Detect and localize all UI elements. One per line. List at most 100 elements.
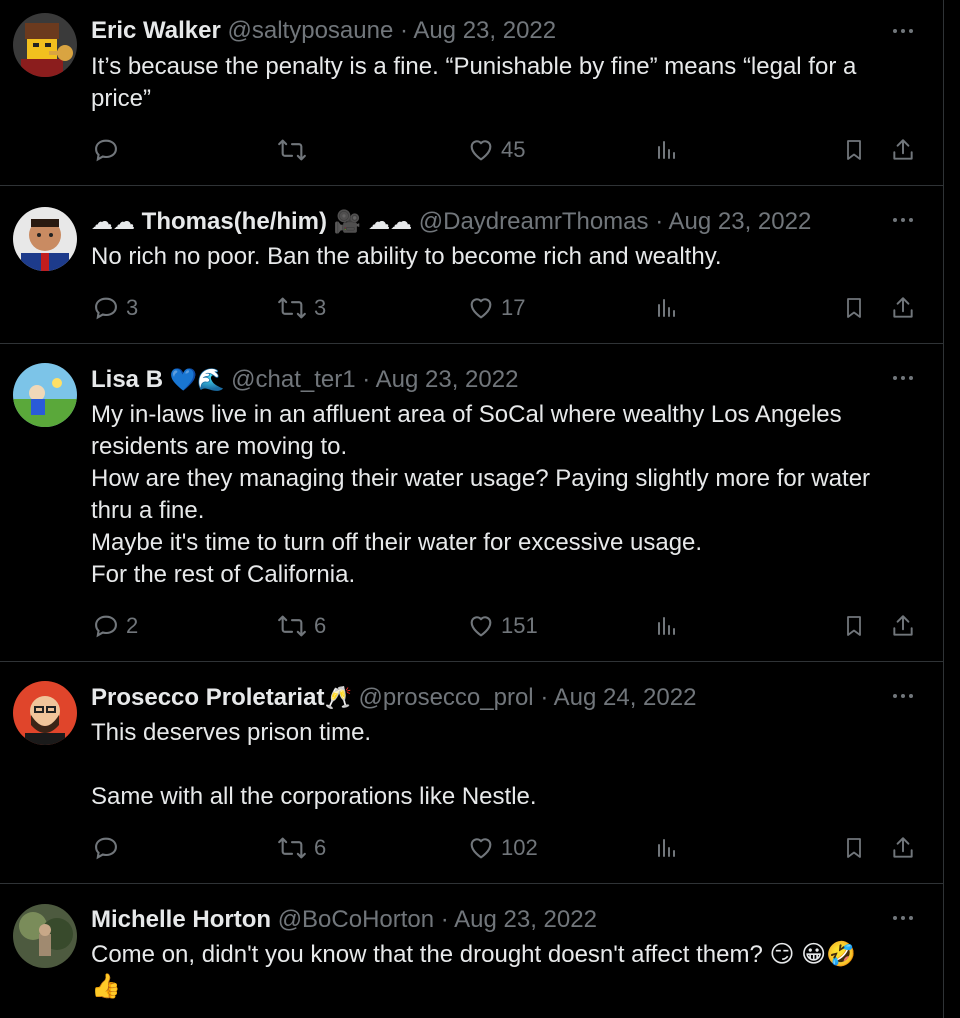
bookmark-button[interactable] — [842, 134, 866, 166]
avatar[interactable] — [13, 904, 77, 968]
author-handle[interactable]: @DaydreamrThomas — [419, 208, 649, 235]
bookmark-icon — [847, 616, 861, 636]
share-button[interactable] — [890, 134, 916, 166]
retweet-icon — [278, 615, 306, 637]
camera-cloud-icon: 🎥 ☁☁ — [333, 210, 413, 235]
more-icon[interactable] — [891, 906, 915, 930]
tweet-text: My in-laws live in an affluent area of S… — [91, 401, 871, 588]
views-icon — [658, 839, 675, 857]
like-button[interactable]: 17 — [467, 292, 525, 324]
like-icon — [470, 616, 492, 637]
retweet-button[interactable] — [276, 134, 314, 166]
reply-button[interactable]: 3 — [92, 292, 138, 324]
action-bar: 3 3 17 — [0, 292, 943, 324]
author-name[interactable]: Eric Walker — [91, 17, 221, 44]
share-icon — [893, 139, 913, 160]
like-icon — [470, 140, 492, 161]
retweet-button[interactable]: 6 — [276, 832, 326, 864]
clinking-glasses-icon: 🥂 — [324, 686, 352, 711]
separator-dot: · — [362, 366, 376, 393]
share-icon — [893, 297, 913, 318]
retweet-icon — [278, 139, 306, 161]
reply-count: 3 — [126, 295, 139, 320]
share-button[interactable] — [890, 292, 916, 324]
avatar[interactable] — [13, 13, 77, 77]
share-icon — [893, 837, 913, 858]
tweet-date[interactable]: Aug 24, 2022 — [554, 684, 697, 711]
like-icon — [470, 298, 492, 319]
action-bar: 6 102 — [0, 832, 943, 864]
author-handle[interactable]: @saltyposaune — [228, 17, 394, 44]
retweet-button[interactable]: 3 — [276, 292, 326, 324]
bookmark-button[interactable] — [842, 292, 866, 324]
tweet-text: No rich no poor. Ban the ability to beco… — [91, 243, 722, 270]
views-button[interactable] — [655, 610, 679, 642]
bookmark-button[interactable] — [842, 610, 866, 642]
reply-button[interactable]: 2 — [92, 610, 138, 642]
retweet-icon — [278, 297, 306, 319]
separator-dot: · — [399, 17, 414, 44]
retweet-button[interactable]: 6 — [276, 610, 326, 642]
tweet-text: This deserves prison time. Same with all… — [91, 719, 537, 810]
retweet-count: 6 — [314, 613, 327, 638]
tweet-date[interactable]: Aug 23, 2022 — [376, 366, 519, 393]
views-button[interactable] — [655, 292, 679, 324]
author-name[interactable]: Thomas(he/him) — [142, 208, 327, 235]
cloud-icon: ☁☁ — [91, 210, 135, 235]
reply-icon — [95, 837, 117, 860]
author-name[interactable]: Lisa B — [91, 366, 163, 393]
reply-icon — [95, 139, 117, 162]
reply-button[interactable] — [92, 832, 126, 864]
tweet[interactable]: ☁☁ Thomas(he/him) 🎥 ☁☁ @DaydreamrThomas … — [0, 186, 943, 344]
reply-icon — [95, 615, 117, 638]
more-icon[interactable] — [891, 208, 915, 232]
tweet[interactable]: Michelle Horton @BoCoHorton · Aug 23, 20… — [0, 884, 943, 1018]
like-button[interactable]: 45 — [467, 134, 525, 166]
column-divider — [943, 0, 944, 1018]
reply-feed: Eric Walker @saltyposaune · Aug 23, 2022… — [0, 0, 944, 1018]
reply-button[interactable] — [92, 134, 126, 166]
heart-wave-icon: 💙🌊 — [169, 368, 225, 393]
bookmark-icon — [847, 140, 861, 160]
like-count: 17 — [501, 295, 526, 320]
share-button[interactable] — [890, 610, 916, 642]
avatar[interactable] — [13, 207, 77, 271]
author-handle[interactable]: @BoCoHorton — [278, 906, 434, 933]
retweet-icon — [278, 837, 306, 859]
avatar[interactable] — [13, 363, 77, 427]
share-icon — [893, 615, 913, 636]
author-name[interactable]: Michelle Horton — [91, 906, 271, 933]
retweet-count: 3 — [314, 295, 327, 320]
reply-icon — [95, 297, 117, 320]
separator-dot: · — [540, 684, 554, 711]
share-button[interactable] — [890, 832, 916, 864]
author-handle[interactable]: @chat_ter1 — [231, 366, 355, 393]
tweet[interactable]: Prosecco Proletariat🥂 @prosecco_prol · A… — [0, 662, 943, 884]
tweet[interactable]: Lisa B 💙🌊 @chat_ter1 · Aug 23, 2022 My i… — [0, 344, 943, 662]
tweet-date[interactable]: Aug 23, 2022 — [454, 906, 597, 933]
more-icon[interactable] — [891, 366, 915, 390]
like-button[interactable]: 102 — [467, 832, 538, 864]
tweet-date[interactable]: Aug 23, 2022 — [413, 17, 556, 44]
more-icon[interactable] — [891, 19, 915, 43]
bookmark-button[interactable] — [842, 832, 866, 864]
action-bar: 45 — [0, 134, 943, 166]
tweet-date[interactable]: Aug 23, 2022 — [669, 208, 812, 235]
reply-count: 2 — [126, 613, 139, 638]
more-icon[interactable] — [891, 684, 915, 708]
views-button[interactable] — [655, 832, 679, 864]
views-icon — [658, 617, 675, 635]
action-bar: 2 6 151 — [0, 610, 943, 642]
like-count: 102 — [501, 835, 538, 860]
tweet[interactable]: Eric Walker @saltyposaune · Aug 23, 2022… — [0, 0, 943, 186]
author-name[interactable]: Prosecco Proletariat — [91, 684, 324, 711]
separator-dot: · — [440, 906, 455, 933]
avatar[interactable] — [13, 681, 77, 745]
separator-dot: · — [655, 208, 669, 235]
like-button[interactable]: 151 — [467, 610, 538, 642]
views-button[interactable] — [655, 134, 679, 166]
author-handle[interactable]: @prosecco_prol — [359, 684, 534, 711]
retweet-count: 6 — [314, 835, 327, 860]
tweet-text: It’s because the penalty is a fine. “Pun… — [91, 53, 857, 112]
views-icon — [658, 141, 675, 159]
